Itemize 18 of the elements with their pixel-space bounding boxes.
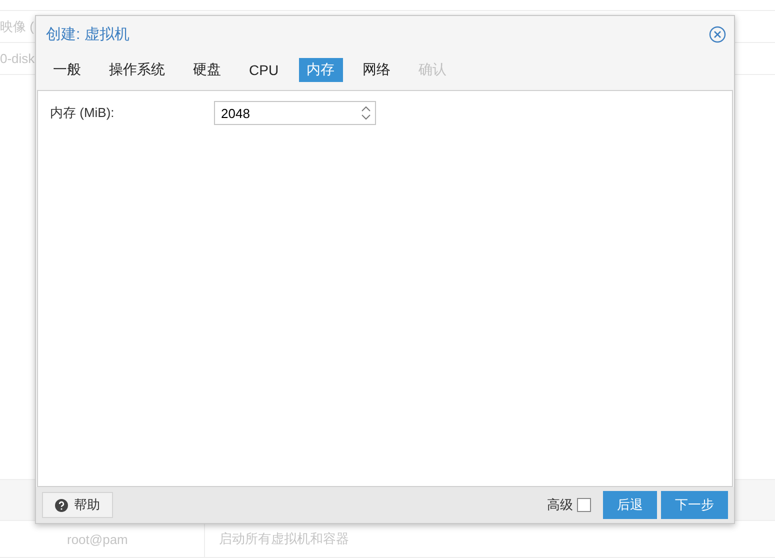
table-cell: 启动所有虚拟机和容器	[219, 530, 349, 548]
background-text: 映像 (	[0, 18, 34, 36]
tab[interactable]: CPU	[241, 58, 287, 80]
tab[interactable]: 一般	[45, 58, 89, 82]
spinner-icon[interactable]	[361, 104, 371, 122]
field-label: 内存 (MiB):	[50, 104, 116, 122]
checkbox[interactable]	[577, 498, 591, 512]
dialog-title: 创建: 虚拟机	[46, 24, 130, 44]
table-cell: root@pam	[67, 532, 128, 546]
help-button[interactable]: 帮助	[42, 492, 113, 518]
question-icon	[55, 498, 68, 512]
close-icon[interactable]	[709, 26, 726, 42]
advanced-label: 高级	[547, 496, 573, 514]
background-text: 0-disk	[0, 51, 35, 66]
tab[interactable]: 操作系统	[101, 58, 173, 82]
number-field[interactable]: 2048	[214, 101, 376, 125]
tab[interactable]: 硬盘	[185, 58, 229, 82]
tab[interactable]: 网络	[354, 58, 399, 82]
